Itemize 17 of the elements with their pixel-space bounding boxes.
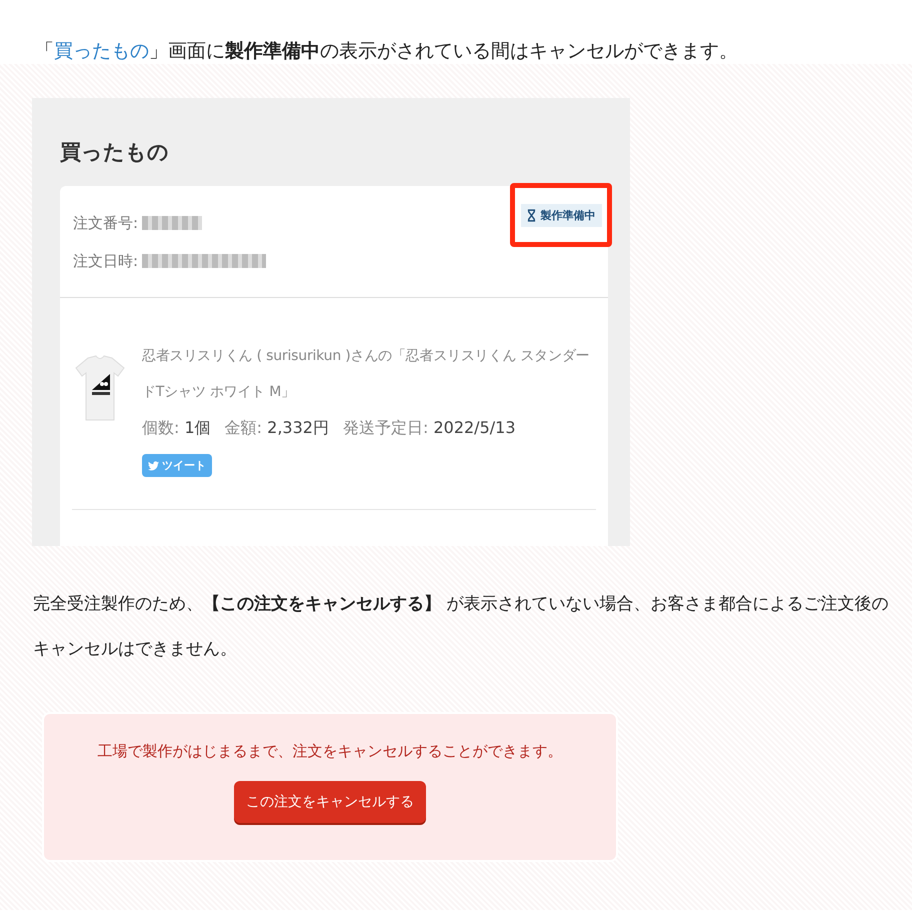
- status-badge: 製作準備中: [520, 204, 602, 226]
- hourglass-icon: [526, 208, 536, 222]
- tweet-button[interactable]: ツイート: [142, 454, 212, 477]
- detail-text: 金額: 2,332円: [224, 417, 329, 439]
- order-date-label: 注文日時:: [73, 252, 138, 270]
- item-description: 忍者スリスリくん ( surisurikun )さんの「忍者スリスリくん スタンダードTシャツ ホワイト M」: [142, 347, 590, 402]
- blurred-value: [142, 216, 202, 230]
- detail-text: 発送予定日: 2022/5/13: [342, 417, 516, 439]
- link[interactable]: 買ったもの: [54, 40, 149, 62]
- intro-text: 「買ったもの」画面に製作準備中の表示がされている間はキャンセルができます。: [34, 39, 739, 64]
- order-number-label: 注文番号:: [73, 214, 138, 232]
- note-text: 完全受注製作のため、【この注文をキャンセルする】 が表示されていない場合、お客さま都合によるご注文後のキャンセルはできません。: [33, 593, 890, 661]
- page-title: 買ったもの: [60, 139, 170, 166]
- bird-icon: [148, 460, 159, 470]
- cancel-order-button[interactable]: この注文をキャンセルする: [234, 781, 426, 823]
- cancel-message: 工場で製作がはじまるまで、注文をキャンセルすることができます。: [98, 742, 562, 761]
- detail-text: 個数: 1個: [142, 417, 211, 439]
